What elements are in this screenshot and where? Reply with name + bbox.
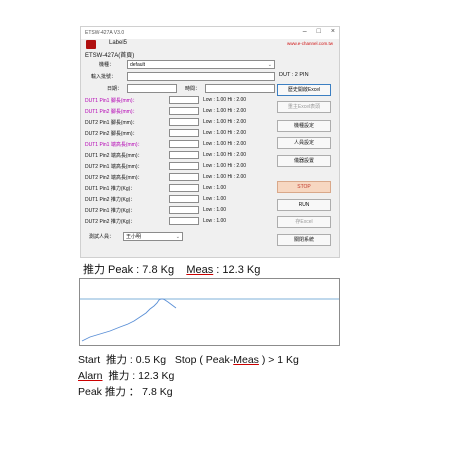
time-input[interactable] xyxy=(205,84,275,93)
dut-value-field[interactable] xyxy=(169,96,199,104)
chevron-down-icon: ⌄ xyxy=(175,234,180,240)
dut-value-field[interactable] xyxy=(169,184,199,192)
dut-row-label: DUT2 Pin1 端高長(mm)： xyxy=(85,164,143,170)
batch-input[interactable] xyxy=(127,72,275,81)
time-label: 時間： xyxy=(185,86,201,92)
start-text: Start 推力 : 0.5 Kg Stop ( Peak- xyxy=(78,354,234,366)
logo-icon xyxy=(86,40,96,49)
dut-row-label: DUT2 Pin1 推力(Kg)： xyxy=(85,208,136,214)
dut-value-field[interactable] xyxy=(169,217,199,225)
dut-pin-count: DUT : 2 PIN xyxy=(279,72,309,78)
stop-text: ) > 1 Kg xyxy=(258,354,299,366)
app-name: ETSW-427A V3.0 xyxy=(85,30,125,36)
dut-limits: Low : 1.00 Hi : 2.00 xyxy=(203,163,247,169)
model-settings-button[interactable]: 機種設定 xyxy=(277,120,331,132)
start-stop-line: Start 推力 : 0.5 Kg Stop ( Peak-Meas ) > 1… xyxy=(78,352,299,367)
dut-value-field[interactable] xyxy=(169,173,199,181)
app-window: ETSW-427A V3.0 – □ × Label5 www.e-channe… xyxy=(80,26,340,258)
force-curve-line xyxy=(81,298,177,342)
meas-word: Meas xyxy=(186,264,214,276)
dut-limits: Low : 1.00 Hi : 2.00 xyxy=(203,97,247,103)
date-label: 日期： xyxy=(107,86,123,92)
dut-row-label: DUT1 Pin1 端高長(mm)： xyxy=(85,142,143,148)
dut-limits: Low : 1.00 Hi : 2.00 xyxy=(203,152,247,158)
minimize-button[interactable]: – xyxy=(303,28,307,35)
run-button[interactable]: RUN xyxy=(277,199,331,211)
title-bar: ETSW-427A V3.0 – □ × xyxy=(81,27,339,39)
peak-line: Peak 推力 ： 7.8 Kg xyxy=(78,386,173,398)
alarm-line: Alarn 推力 : 12.3 Kg xyxy=(78,368,174,383)
open-history-excel-button[interactable]: 歷史開啟Excel xyxy=(277,84,331,96)
dut-limits: Low : 1.00 Hi : 2.00 xyxy=(203,119,247,125)
dut-row-label: DUT1 Pin2 端高長(mm)： xyxy=(85,153,143,159)
dut-limits: Low : 1.00 Hi : 2.00 xyxy=(203,174,247,180)
alarm-word: Alarn xyxy=(78,370,103,382)
force-curve-plot xyxy=(80,298,339,342)
date-input[interactable] xyxy=(127,84,177,93)
stop-button[interactable]: STOP xyxy=(277,181,331,193)
dut-limits: Low : 1.00 xyxy=(203,185,227,191)
dut-row-label: DUT2 Pin2 端高長(mm)： xyxy=(85,175,143,181)
dut-value-field[interactable] xyxy=(169,206,199,214)
label5: Label5 xyxy=(109,40,128,46)
meas-word-2: Meas xyxy=(233,354,259,366)
dut-limits: Low : 1.00 xyxy=(203,196,227,202)
dut-limits: Low : 1.00 Hi : 2.00 xyxy=(203,130,247,136)
page-subtitle: ETSW-427A(首頁) xyxy=(85,53,135,59)
tester-value: 王小明 xyxy=(126,234,142,240)
close-system-button[interactable]: 關閉系統 xyxy=(277,234,331,246)
dut-row-label: DUT2 Pin1 腳長(mm)： xyxy=(85,120,138,126)
dut-row-label: DUT2 Pin2 腳長(mm)： xyxy=(85,131,138,137)
window-controls: – □ × xyxy=(303,28,335,35)
dut-row-label: DUT1 Pin1 腳長(mm)： xyxy=(85,98,138,104)
dut-value-field[interactable] xyxy=(169,151,199,159)
save-excel-button[interactable]: 存Excel xyxy=(277,216,331,228)
machine-label: 機種： xyxy=(99,62,115,68)
dut-value-field[interactable] xyxy=(169,118,199,126)
dut-limits: Low : 1.00 Hi : 2.00 xyxy=(203,108,247,114)
tester-label: 測試人員： xyxy=(89,234,115,240)
peak-text: 推力 Peak : 7.8 Kg xyxy=(83,264,187,276)
dut-value-field[interactable] xyxy=(169,162,199,170)
dut-value-field[interactable] xyxy=(169,129,199,137)
chevron-down-icon: ⌄ xyxy=(267,62,272,68)
dut-limits: Low : 1.00 xyxy=(203,207,227,213)
batch-label: 輸入批號： xyxy=(91,74,117,80)
meas-value: : 12.3 Kg xyxy=(213,264,261,276)
dut-row-label: DUT1 Pin1 推力(Kg)： xyxy=(85,186,136,192)
company-url: www.e-channel.com.tw xyxy=(286,41,333,46)
tester-select[interactable]: 王小明 ⌄ xyxy=(123,232,183,241)
dut-value-field[interactable] xyxy=(169,195,199,203)
dut-value-field[interactable] xyxy=(169,140,199,148)
close-button[interactable]: × xyxy=(331,28,335,35)
instrument-settings-button[interactable]: 儀器設置 xyxy=(277,155,331,167)
maximize-button[interactable]: □ xyxy=(317,28,321,35)
dut-limits: Low : 1.00 xyxy=(203,218,227,224)
dut-row-label: DUT1 Pin2 腳長(mm)： xyxy=(85,109,138,115)
dut-row-label: DUT2 Pin2 推力(Kg)： xyxy=(85,219,136,225)
reset-excel-header-button[interactable]: 重主Excel表頭 xyxy=(277,101,331,113)
dut-row-label: DUT1 Pin2 推力(Kg)： xyxy=(85,197,136,203)
dut-value-field[interactable] xyxy=(169,107,199,115)
user-settings-button[interactable]: 人員設定 xyxy=(277,137,331,149)
dut-limits: Low : 1.00 Hi : 2.00 xyxy=(203,141,247,147)
machine-value: default xyxy=(130,62,146,68)
alarm-text: 推力 : 12.3 Kg xyxy=(102,370,175,382)
peak-meas-line: 推力 Peak : 7.8 Kg Meas : 12.3 Kg xyxy=(83,261,260,277)
machine-select[interactable]: default ⌄ xyxy=(127,60,275,69)
force-curve-panel xyxy=(79,278,340,346)
